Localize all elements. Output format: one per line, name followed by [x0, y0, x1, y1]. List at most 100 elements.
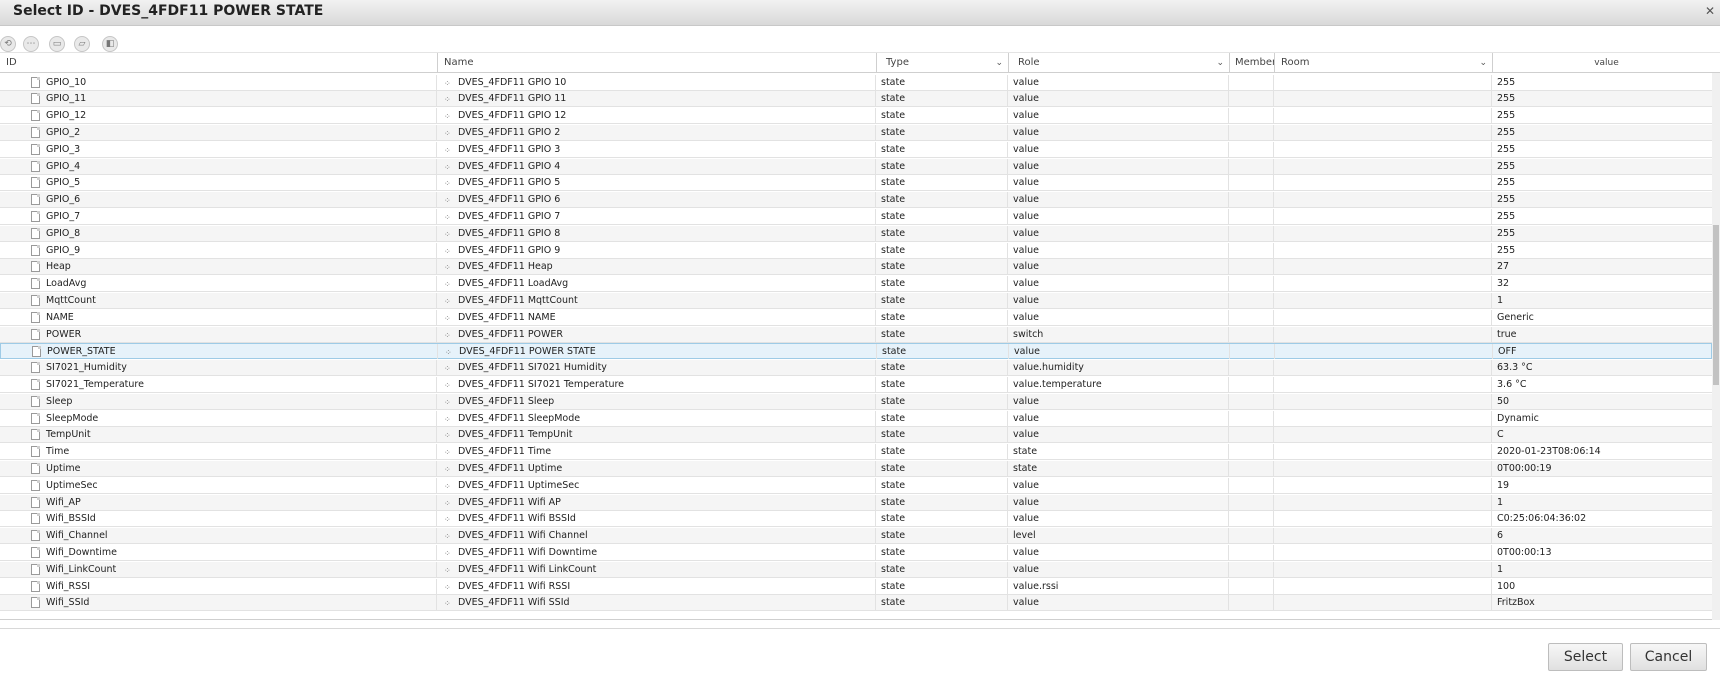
table-row[interactable]: Wifi_LinkCount ⁘ DVES_4FDF11 Wifi LinkCoun…: [0, 561, 1712, 578]
table-row[interactable]: Time ⁘ DVES_4FDF11 Time state state 2020-01-2…: [0, 444, 1712, 461]
table-row[interactable]: Wifi_BSSId ⁘ DVES_4FDF11 Wifi BSSId state va…: [0, 511, 1712, 528]
cell-type-text: state: [881, 395, 906, 407]
row-id-text: Wifi_Downtime: [46, 546, 117, 558]
table-row[interactable]: GPIO_9 ⁘ DVES_4FDF11 GPIO 9 state value 255: [0, 242, 1712, 259]
table-row[interactable]: GPIO_12 ⁘ DVES_4FDF11 GPIO 12 state value 255: [0, 108, 1712, 125]
table-row[interactable]: GPIO_11 ⁘ DVES_4FDF11 GPIO 11 state value 255: [0, 91, 1712, 108]
cell-id: Uptime: [0, 460, 437, 476]
column-header-members[interactable]: Members: [1230, 53, 1275, 73]
table-row[interactable]: GPIO_4 ⁘ DVES_4FDF11 GPIO 4 state value 255: [0, 158, 1712, 175]
chevron-down-icon[interactable]: ⌄: [1479, 53, 1487, 73]
row-id-text: TempUnit: [46, 429, 91, 441]
table-row[interactable]: SI7021_Temperature ⁘ DVES_4FDF11 SI7021 Te…: [0, 376, 1712, 393]
cell-value-text: 100: [1497, 580, 1516, 592]
column-header-id[interactable]: ID: [0, 53, 438, 73]
table-row[interactable]: Wifi_RSSI ⁘ DVES_4FDF11 Wifi RSSI state valu…: [0, 578, 1712, 595]
cell-value: 19: [1493, 478, 1712, 493]
table-row[interactable]: GPIO_3 ⁘ DVES_4FDF11 GPIO 3 state value 255: [0, 141, 1712, 158]
column-header-value[interactable]: value: [1493, 53, 1720, 73]
table-row[interactable]: Sleep ⁘ DVES_4FDF11 Sleep state value 50: [0, 393, 1712, 410]
table-row[interactable]: POWER_STATE ⁘ DVES_4FDF11 POWER STATE state…: [0, 343, 1712, 360]
table-row[interactable]: GPIO_10 ⁘ DVES_4FDF11 GPIO 10 state value 255: [0, 74, 1712, 91]
column-header-role[interactable]: Role ⌄: [1009, 53, 1230, 73]
table-row[interactable]: TempUnit ⁘ DVES_4FDF11 TempUnit state value C: [0, 427, 1712, 444]
folder-open-icon[interactable]: ▱: [74, 36, 90, 52]
cell-type: state: [877, 444, 1008, 460]
table-row[interactable]: GPIO_7 ⁘ DVES_4FDF11 GPIO 7 state value 255: [0, 208, 1712, 225]
cell-id: Wifi_RSSI: [0, 578, 437, 594]
table-row[interactable]: Wifi_Downtime ⁘ DVES_4FDF11 Wifi Downtime s…: [0, 544, 1712, 561]
table-row[interactable]: Wifi_Channel ⁘ DVES_4FDF11 Wifi Channel sta…: [0, 528, 1712, 545]
chevron-down-icon[interactable]: ⌄: [1216, 53, 1224, 73]
close-icon[interactable]: ✕: [1702, 3, 1718, 19]
cell-type-text: state: [881, 227, 906, 239]
table-row[interactable]: MqttCount ⁘ DVES_4FDF11 MqttCount state valu…: [0, 292, 1712, 309]
cell-type-text: state: [881, 412, 906, 424]
file-icon: [31, 513, 40, 525]
cell-value-text: FritzBox: [1497, 597, 1535, 609]
table-row[interactable]: Wifi_SSId ⁘ DVES_4FDF11 Wifi SSId state valu…: [0, 595, 1712, 612]
cell-type-text: state: [881, 76, 906, 88]
state-icon: ⁘: [444, 313, 451, 323]
column-header-type[interactable]: Type ⌄: [877, 53, 1009, 73]
cell-role-text: value: [1013, 278, 1039, 290]
cell-name: ⁘ DVES_4FDF11 GPIO 11: [438, 91, 876, 107]
table-row[interactable]: GPIO_2 ⁘ DVES_4FDF11 GPIO 2 state value 255: [0, 124, 1712, 141]
more-icon[interactable]: ⋯: [23, 36, 39, 52]
file-icon: [31, 278, 40, 290]
refresh-icon[interactable]: ⟲: [0, 36, 16, 52]
state-icon: ⁘: [444, 414, 451, 424]
state-icon: ⁘: [444, 112, 451, 122]
table-row[interactable]: LoadAvg ⁘ DVES_4FDF11 LoadAvg state value 32: [0, 276, 1712, 293]
table-row[interactable]: SleepMode ⁘ DVES_4FDF11 SleepMode state valu…: [0, 410, 1712, 427]
file-icon: [31, 194, 40, 206]
table-row[interactable]: SI7021_Humidity ⁘ DVES_4FDF11 SI7021 Humid…: [0, 360, 1712, 377]
table-row[interactable]: UptimeSec ⁘ DVES_4FDF11 UptimeSec state valu…: [0, 477, 1712, 494]
cancel-button[interactable]: Cancel: [1630, 643, 1707, 671]
cell-value-text: 6: [1497, 530, 1504, 542]
cell-value-text: C: [1497, 429, 1504, 441]
cell-value: 2020-01-23T08:06:14: [1493, 444, 1712, 459]
table-row[interactable]: Wifi_AP ⁘ DVES_4FDF11 Wifi AP state value 1: [0, 494, 1712, 511]
cell-value-text: true: [1497, 328, 1517, 340]
table-row[interactable]: Uptime ⁘ DVES_4FDF11 Uptime state state 0T00:…: [0, 460, 1712, 477]
cell-role: value: [1009, 544, 1229, 560]
file-icon: [31, 143, 40, 155]
chevron-down-icon[interactable]: ⌄: [995, 53, 1003, 73]
cell-value-text: Dynamic: [1497, 412, 1539, 424]
cell-room: [1276, 344, 1493, 360]
row-name-text: DVES_4FDF11 Sleep: [458, 395, 555, 407]
columns-icon[interactable]: ◧: [102, 36, 118, 52]
column-header-name[interactable]: Name: [438, 53, 877, 73]
column-header-room[interactable]: Room ⌄: [1275, 53, 1493, 73]
cell-type: state: [877, 276, 1008, 292]
cell-value: OFF: [1494, 344, 1712, 359]
row-name-text: DVES_4FDF11 Wifi Channel: [458, 530, 588, 542]
file-icon: [31, 110, 40, 122]
row-name-text: DVES_4FDF11 GPIO 4: [458, 160, 561, 172]
folder-icon[interactable]: ▭: [49, 36, 65, 52]
select-button[interactable]: Select: [1548, 643, 1623, 671]
row-name-text: DVES_4FDF11 LoadAvg: [458, 278, 569, 290]
scrollbar-thumb[interactable]: [1713, 225, 1719, 385]
row-name-text: DVES_4FDF11 POWER STATE: [459, 346, 596, 358]
table-row[interactable]: Heap ⁘ DVES_4FDF11 Heap state value 27: [0, 259, 1712, 276]
cell-type: state: [877, 175, 1008, 191]
cell-role: value.temperature: [1009, 376, 1229, 392]
table-row[interactable]: POWER ⁘ DVES_4FDF11 POWER state switch true: [0, 326, 1712, 343]
cell-name: ⁘ DVES_4FDF11 Heap: [438, 259, 876, 275]
cell-value-text: 32: [1497, 278, 1510, 290]
table-row[interactable]: GPIO_8 ⁘ DVES_4FDF11 GPIO 8 state value 255: [0, 225, 1712, 242]
file-icon: [31, 261, 40, 273]
cell-type: state: [877, 124, 1008, 140]
cell-id: Wifi_BSSId: [0, 511, 437, 527]
table-row[interactable]: NAME ⁘ DVES_4FDF11 NAME state value Generic: [0, 309, 1712, 326]
cell-type-text: state: [881, 294, 906, 306]
cell-type-text: state: [881, 143, 906, 155]
vertical-scrollbar[interactable]: [1712, 73, 1720, 620]
table-row[interactable]: GPIO_6 ⁘ DVES_4FDF11 GPIO 6 state value 255: [0, 192, 1712, 209]
cell-id: GPIO_7: [0, 208, 437, 224]
cell-members: [1230, 393, 1274, 409]
cell-room: [1275, 309, 1492, 325]
table-row[interactable]: GPIO_5 ⁘ DVES_4FDF11 GPIO 5 state value 255: [0, 175, 1712, 192]
